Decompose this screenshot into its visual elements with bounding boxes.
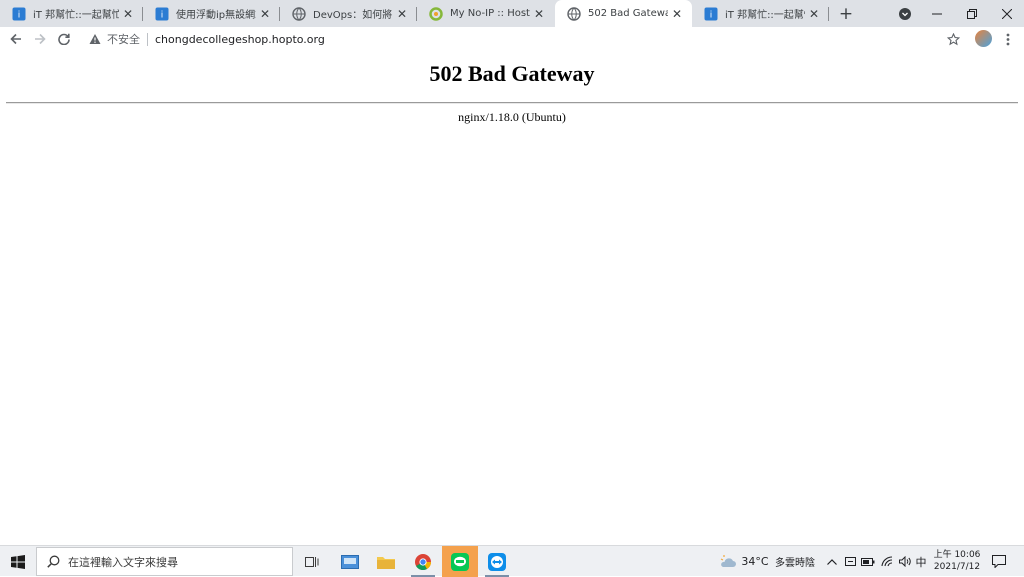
page-content: 502 Bad Gateway nginx/1.18.0 (Ubuntu) <box>0 51 1024 545</box>
warning-icon[interactable] <box>88 32 102 46</box>
weather-desc[interactable]: 多雲時陰 <box>772 546 818 577</box>
avatar[interactable] <box>975 30 992 47</box>
volume-icon[interactable] <box>896 546 914 577</box>
folder-icon <box>377 556 395 569</box>
bookmark-button[interactable] <box>943 29 963 49</box>
taskbar-app-explorer[interactable] <box>368 546 404 577</box>
tab-ithome-3[interactable]: i iT 邦幫忙::一起幫忙解 ✕ <box>692 0 829 27</box>
battery-icon[interactable] <box>859 546 877 577</box>
tab-ithome-2[interactable]: i 使用浮動ip無設網站 ✕ <box>143 0 280 27</box>
teamviewer-icon <box>488 552 506 571</box>
divider-line <box>6 102 1018 104</box>
chevron-up-icon[interactable] <box>824 546 840 577</box>
globe-icon <box>292 6 306 21</box>
page-title: 502 Bad Gateway <box>429 61 595 86</box>
divider <box>147 32 148 46</box>
close-icon[interactable]: ✕ <box>668 5 686 23</box>
tab-title: 502 Bad Gateway <box>588 8 668 19</box>
menu-button[interactable] <box>998 29 1018 49</box>
ithome-icon: i <box>155 7 169 21</box>
clock-date: 2021/7/12 <box>933 562 981 572</box>
kebab-menu-icon <box>1006 33 1010 45</box>
tab-title: DevOps：如何將 Ngi <box>313 10 393 21</box>
weather-temp[interactable]: 34°C <box>740 546 770 577</box>
ime-indicator[interactable]: 中 <box>913 546 929 577</box>
close-icon[interactable]: ✕ <box>256 5 274 23</box>
svg-text:i: i <box>710 10 713 20</box>
svg-text:i: i <box>161 10 164 20</box>
windows-icon <box>11 554 25 569</box>
noip-icon <box>429 6 443 21</box>
arrow-right-icon <box>35 33 46 45</box>
tab-ithome-1[interactable]: i iT 邦幫忙::一起幫忙解 ✕ <box>0 0 143 27</box>
ithome-icon: i <box>12 7 26 21</box>
minimize-button[interactable] <box>920 0 954 27</box>
reload-button[interactable] <box>54 29 74 49</box>
close-icon <box>1002 8 1012 19</box>
restore-button[interactable] <box>955 0 989 27</box>
restore-icon <box>967 8 977 19</box>
browser-toolbar: 不安全 chongdecollegeshop.hopto.org <box>0 27 1024 51</box>
tab-title: iT 邦幫忙::一起幫忙解 <box>725 10 805 21</box>
line-icon <box>451 552 469 571</box>
search-icon <box>46 555 60 569</box>
taskbar-app-line[interactable] <box>442 546 478 577</box>
tab-separator <box>828 7 829 21</box>
clock-time: 上午 10:06 <box>933 550 981 560</box>
clock[interactable]: 上午 10:06 2021/7/12 <box>928 549 986 573</box>
new-tab-button[interactable]: + <box>836 4 856 24</box>
taskbar-app-chrome[interactable] <box>405 546 441 577</box>
arrow-left-icon <box>10 33 21 45</box>
chrome-icon <box>415 553 432 570</box>
start-button[interactable] <box>0 546 36 577</box>
notification-icon[interactable] <box>989 546 1009 577</box>
meet-now-icon[interactable] <box>842 546 858 577</box>
tab-title: iT 邦幫忙::一起幫忙解 <box>33 10 119 21</box>
ithome-icon: i <box>704 7 718 21</box>
task-view-icon <box>305 556 319 567</box>
weather-icon[interactable] <box>716 546 740 577</box>
globe-icon <box>567 6 581 21</box>
server-info: nginx/1.18.0 (Ubuntu) <box>458 110 566 124</box>
close-window-button[interactable] <box>990 0 1024 27</box>
wifi-icon[interactable] <box>878 546 896 577</box>
chevron-down-icon <box>899 7 911 20</box>
tab-strip: i iT 邦幫忙::一起幫忙解 ✕ i 使用浮動ip無設網站 ✕ DevOps：… <box>0 0 1024 27</box>
taskbar-app-teamviewer[interactable] <box>479 546 515 577</box>
security-label[interactable]: 不安全 <box>107 31 140 47</box>
url-text[interactable]: chongdecollegeshop.hopto.org <box>155 33 325 46</box>
star-icon <box>946 32 960 45</box>
tab-noip[interactable]: My No-IP :: Hostnam ✕ <box>417 0 554 27</box>
taskbar: 在這裡輸入文字來搜尋 34°C 多雲時陰 中 上午 10:06 2021/7/1… <box>0 545 1024 577</box>
close-icon[interactable]: ✕ <box>119 5 137 23</box>
reload-icon <box>58 33 70 45</box>
tab-title: 使用浮動ip無設網站 <box>176 10 256 21</box>
taskbar-search[interactable]: 在這裡輸入文字來搜尋 <box>36 547 293 576</box>
close-icon[interactable]: ✕ <box>530 5 548 23</box>
forward-button[interactable] <box>30 29 50 49</box>
search-placeholder: 在這裡輸入文字來搜尋 <box>68 555 178 569</box>
tab-search-button[interactable] <box>888 0 922 27</box>
tab-title: My No-IP :: Hostnam <box>450 8 530 19</box>
remote-desktop-icon <box>341 554 359 569</box>
svg-text:i: i <box>18 10 21 20</box>
tab-502-active[interactable]: 502 Bad Gateway ✕ <box>555 0 692 27</box>
taskbar-app-remote[interactable] <box>332 546 368 577</box>
minimize-icon <box>932 13 942 14</box>
close-icon[interactable]: ✕ <box>805 5 823 23</box>
close-icon[interactable]: ✕ <box>393 5 411 23</box>
address-bar[interactable]: 不安全 chongdecollegeshop.hopto.org <box>80 28 968 50</box>
task-view-button[interactable] <box>294 546 330 577</box>
tab-devops[interactable]: DevOps：如何將 Ngi ✕ <box>280 0 417 27</box>
back-button[interactable] <box>6 29 26 49</box>
